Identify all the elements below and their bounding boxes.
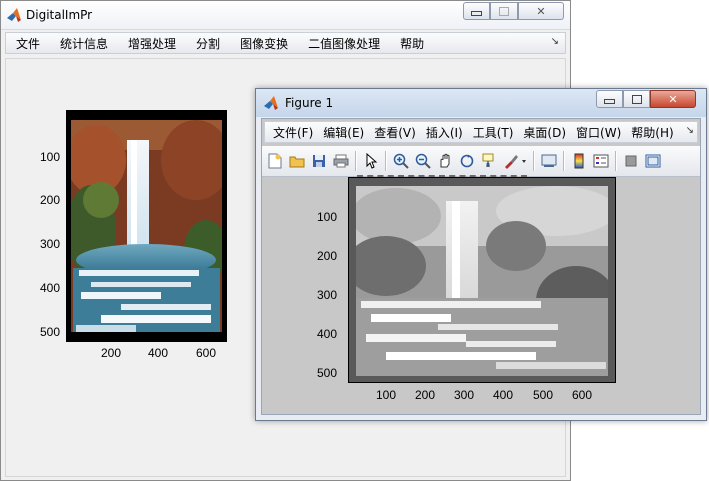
fig-menu-window[interactable]: 窗口(W)	[571, 124, 626, 141]
x-tick-label: 200	[415, 388, 436, 402]
main-menubar: 文件 统计信息 增强处理 分割 图像变换 二值图像处理 帮助 ↘	[5, 32, 566, 54]
figure-menubar: 文件(F) 编辑(E) 查看(V) 插入(I) 工具(T) 桌面(D) 窗口(W…	[264, 121, 698, 143]
y-tick-label: 500	[317, 366, 338, 380]
close-icon: ✕	[536, 4, 546, 18]
fig-menu-tools[interactable]: 工具(T)	[468, 124, 519, 141]
y-tick-label: 400	[317, 327, 338, 341]
hide-tools-icon[interactable]	[622, 152, 640, 170]
x-tick-label: 100	[376, 388, 397, 402]
menu-statistics[interactable]: 统计信息	[50, 35, 118, 52]
main-titlebar[interactable]: DigitalImPr ✕	[1, 1, 570, 30]
figure-toolbar	[262, 146, 700, 177]
figure-window: Figure 1 ✕ 文件(F) 编辑(E) 查看(V) 插入(I) 工具(T)…	[255, 88, 707, 421]
fig-menu-help[interactable]: 帮助(H)	[626, 124, 678, 141]
legend-icon[interactable]	[592, 152, 610, 170]
figure-plot-area: 100 200 300 400 500 100 200 300 400 500 …	[262, 175, 700, 414]
toolbar-separator	[355, 151, 357, 171]
maximize-icon	[631, 94, 642, 104]
grayscale-image-axes[interactable]	[348, 177, 616, 383]
main-window-title: DigitalImPr	[26, 8, 93, 22]
menu-enhance[interactable]: 增强处理	[118, 35, 186, 52]
close-button[interactable]: ✕	[518, 2, 564, 20]
y-tick-label: 200	[40, 193, 61, 207]
print-icon[interactable]	[332, 152, 350, 170]
new-figure-icon[interactable]	[266, 152, 284, 170]
matlab-logo-icon	[6, 7, 22, 23]
fig-menu-file[interactable]: 文件(F)	[265, 124, 318, 141]
figure-titlebar[interactable]: Figure 1 ✕	[256, 89, 706, 117]
x-tick-label: 300	[454, 388, 475, 402]
y-tick-label: 300	[40, 237, 61, 251]
colorbar-icon[interactable]	[570, 152, 588, 170]
maximize-button[interactable]	[490, 2, 518, 20]
toolbar-separator	[533, 151, 535, 171]
zoom-in-icon[interactable]	[392, 152, 410, 170]
fig-menu-insert[interactable]: 插入(I)	[421, 124, 468, 141]
chevron-double-right-icon[interactable]: ↘	[686, 125, 694, 136]
fig-menu-desktop[interactable]: 桌面(D)	[518, 124, 571, 141]
minimize-icon	[471, 11, 482, 16]
x-tick-label: 200	[101, 346, 122, 360]
link-plot-icon[interactable]	[540, 152, 558, 170]
menu-help[interactable]: 帮助	[390, 35, 434, 52]
fig-menu-view[interactable]: 查看(V)	[369, 124, 421, 141]
matlab-logo-icon	[263, 95, 279, 111]
close-icon: ✕	[668, 92, 678, 106]
minimize-button[interactable]	[463, 2, 490, 20]
show-tools-icon[interactable]	[644, 152, 662, 170]
x-tick-label: 500	[533, 388, 554, 402]
figure-close-button[interactable]: ✕	[650, 90, 696, 108]
x-tick-label: 400	[148, 346, 169, 360]
pan-hand-icon[interactable]	[436, 152, 454, 170]
x-tick-label: 400	[493, 388, 514, 402]
x-tick-label: 600	[572, 388, 593, 402]
figure-client-area: 文件(F) 编辑(E) 查看(V) 插入(I) 工具(T) 桌面(D) 窗口(W…	[261, 118, 701, 415]
save-icon[interactable]	[310, 152, 328, 170]
y-tick-label: 200	[317, 249, 338, 263]
color-waterfall-image	[71, 120, 222, 332]
chevron-double-right-icon[interactable]: ↘	[551, 36, 559, 47]
main-image-axes[interactable]	[66, 110, 227, 342]
y-tick-label: 400	[40, 281, 61, 295]
toolbar-separator	[385, 151, 387, 171]
brush-icon[interactable]	[502, 152, 528, 170]
minimize-icon	[604, 99, 615, 104]
y-tick-label: 500	[40, 325, 61, 339]
maximize-icon	[499, 6, 509, 16]
figure-window-title: Figure 1	[285, 96, 334, 110]
menu-segment[interactable]: 分割	[186, 35, 230, 52]
figure-maximize-button[interactable]	[623, 90, 650, 108]
toolbar-separator	[563, 151, 565, 171]
pointer-icon[interactable]	[362, 152, 380, 170]
open-file-icon[interactable]	[288, 152, 306, 170]
menu-file[interactable]: 文件	[6, 35, 50, 52]
rotate-3d-icon[interactable]	[458, 152, 476, 170]
y-tick-label: 300	[317, 288, 338, 302]
zoom-out-icon[interactable]	[414, 152, 432, 170]
figure-minimize-button[interactable]	[596, 90, 623, 108]
grayscale-waterfall-image	[356, 186, 608, 376]
toolbar-separator	[615, 151, 617, 171]
y-tick-label: 100	[40, 150, 61, 164]
x-tick-label: 600	[196, 346, 217, 360]
data-cursor-icon[interactable]	[480, 152, 498, 170]
fig-menu-edit[interactable]: 编辑(E)	[318, 124, 369, 141]
y-tick-label: 100	[317, 210, 338, 224]
menu-binary[interactable]: 二值图像处理	[298, 35, 390, 52]
menu-transform[interactable]: 图像变换	[230, 35, 298, 52]
